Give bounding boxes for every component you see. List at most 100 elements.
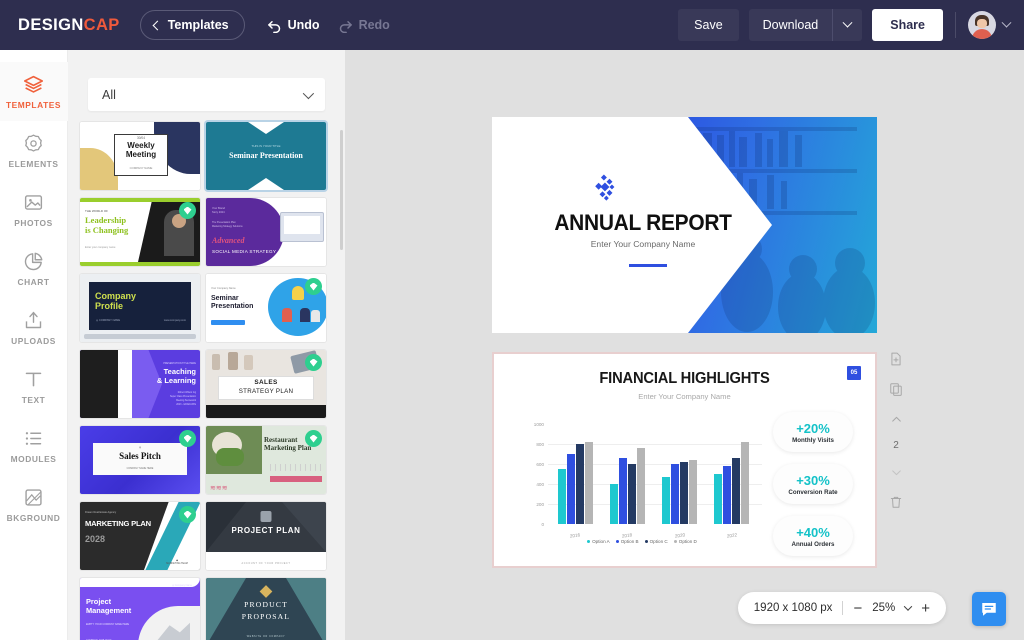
chart-bar: [627, 464, 636, 524]
chart-legend-item: Option A: [587, 539, 610, 544]
previous-page-button[interactable]: [887, 410, 905, 428]
stat-value: +40%: [796, 524, 830, 540]
chart-bar: [741, 442, 750, 524]
templates-back-button[interactable]: Templates: [139, 10, 245, 40]
template-card[interactable]: PROJECT PLAN ACCOUNT OF YOUR PROJECT: [206, 502, 326, 570]
sidebar-item-bkground[interactable]: BKGROUND: [0, 475, 68, 534]
stat-card-list: +20% Monthly Visits +30% Conversion Rate +40…: [773, 412, 853, 566]
chevron-down-icon: [302, 87, 315, 99]
chevron-left-icon: [152, 20, 163, 30]
chart-y-tick-label: 600: [536, 462, 544, 467]
redo-button[interactable]: Redo: [338, 18, 390, 33]
sidebar-item-uploads[interactable]: UPLOADS: [0, 298, 68, 357]
duplicate-page-button[interactable]: [887, 380, 905, 398]
chart-bar-groups: 2016 2018 2020 2022: [549, 424, 758, 539]
chart-x-tick-label: 2020: [674, 532, 686, 539]
slide1-title: ANNUAL REPORT: [554, 210, 732, 235]
slide1-accent-rule: [629, 264, 667, 267]
logo-text-design: DESIGN: [18, 15, 84, 34]
chart-bar-group: 2018: [609, 424, 645, 539]
template-card[interactable]: ◎ Sales Pitch COMPANY NAME HERE: [80, 426, 200, 494]
template-card[interactable]: ◎ Company Name Project Management EMPTY Y…: [80, 578, 200, 640]
template-card[interactable]: THE WORLD OF Leadership is Changing Enter…: [80, 198, 200, 266]
text-icon: [25, 372, 42, 386]
legend-swatch: [587, 540, 591, 543]
chart-x-tick-label: 2022: [726, 532, 738, 539]
avatar[interactable]: [968, 11, 996, 39]
slide-tool-rail: 2: [883, 350, 909, 511]
premium-badge: [305, 278, 322, 295]
current-page-number: 2: [893, 440, 899, 451]
sidebar-item-modules[interactable]: MODULES: [0, 416, 68, 475]
chart-x-tick-label: 2016: [569, 532, 581, 539]
undo-icon: [267, 20, 280, 33]
sidebar-item-chart[interactable]: CHART: [0, 239, 68, 298]
chart-legend-item: Option C: [644, 539, 668, 544]
add-page-button[interactable]: [887, 350, 905, 368]
account-chevron-down-icon[interactable]: [1001, 17, 1012, 28]
canvas-area: ANNUAL REPORT Enter Your Company Name FI…: [345, 50, 1024, 640]
company-logo-icon: [595, 174, 615, 201]
category-filter-select[interactable]: All: [88, 78, 325, 111]
stat-label: Conversion Rate: [788, 488, 838, 496]
premium-badge: [305, 354, 322, 371]
templates-panel: All 30/04 Weekly Meeting COMPANY NAME THI…: [68, 50, 345, 640]
chart-bar: [680, 462, 689, 524]
sidebar-item-text[interactable]: TEXT: [0, 357, 68, 416]
zoom-out-button[interactable]: −: [853, 601, 862, 616]
sidebar-item-photos[interactable]: PHOTOS: [0, 180, 68, 239]
delete-page-button[interactable]: [887, 493, 905, 511]
next-page-button[interactable]: [887, 463, 905, 481]
chat-icon: [982, 603, 996, 616]
template-card[interactable]: THIS IS YOUR TITLE Seminar Presentation: [206, 122, 326, 190]
template-card[interactable]: SALES STRATEGY PLAN: [206, 350, 326, 418]
download-dropdown-button[interactable]: [832, 9, 863, 41]
zoom-level-value[interactable]: 25%: [872, 602, 895, 614]
chart-bar: [618, 458, 627, 524]
slide-annual-report[interactable]: ANNUAL REPORT Enter Your Company Name: [492, 117, 877, 333]
trash-icon: [890, 496, 902, 508]
save-button[interactable]: Save: [678, 9, 739, 41]
template-card[interactable]: Your Brand Story 2024 The Presentation Pl…: [206, 198, 326, 266]
sidebar-item-elements[interactable]: ELEMENTS: [0, 121, 68, 180]
undo-button[interactable]: Undo: [267, 18, 320, 33]
left-sidebar: TEMPLATES ELEMENTS PHOTOS CHART UPLOADS …: [0, 50, 68, 640]
zoom-chevron-down-icon[interactable]: [903, 602, 913, 611]
template-card[interactable]: PRODUCT PROPOSAL WEBSITE OR COMPANY: [206, 578, 326, 640]
slide-financial-highlights[interactable]: FINANCIAL HIGHLIGHTS Enter Your Company …: [492, 352, 877, 568]
app-header: DESIGNCAP Templates Undo Redo Save Downl…: [0, 0, 1024, 50]
app-logo[interactable]: DESIGNCAP: [18, 16, 120, 35]
layers-icon: [23, 75, 44, 93]
download-button[interactable]: Download: [748, 9, 833, 41]
stat-value: +30%: [796, 472, 830, 488]
legend-label: Option A: [592, 539, 610, 544]
chart-bar: [732, 458, 741, 524]
template-card[interactable]: 30/04 Weekly Meeting COMPANY NAME: [80, 122, 200, 190]
gem-icon: [309, 434, 318, 443]
redo-icon: [339, 20, 352, 33]
legend-label: Option C: [649, 539, 668, 544]
sidebar-label-uploads: UPLOADS: [11, 335, 56, 346]
share-button[interactable]: Share: [872, 9, 943, 41]
sidebar-item-templates[interactable]: TEMPLATES: [0, 62, 68, 121]
template-card[interactable]: Your Company Name Seminar Presentation: [206, 274, 326, 342]
sidebar-label-modules: MODULES: [10, 453, 57, 464]
chat-support-button[interactable]: [972, 592, 1006, 626]
zoom-in-button[interactable]: +: [921, 601, 930, 616]
panel-scrollbar[interactable]: [340, 130, 343, 250]
templates-button-label: Templates: [167, 18, 229, 32]
redo-label: Redo: [358, 18, 390, 32]
template-card[interactable]: Restaurant Marketing Plan ≋≋≋: [206, 426, 326, 494]
chart-bar: [689, 460, 698, 524]
premium-badge: [179, 202, 196, 219]
template-card[interactable]: PRESENTATION TITLE HERE Teaching & Learni…: [80, 350, 200, 418]
chart-y-tick-label: 200: [536, 502, 544, 507]
chart-bar: [557, 469, 566, 524]
chart-bar-group: 2016: [557, 424, 593, 539]
template-card[interactable]: Dream Real Estate Agency MARKETING PLAN …: [80, 502, 200, 570]
stat-card: +30% Conversion Rate: [773, 464, 853, 504]
chart-bar: [566, 454, 575, 524]
sidebar-label-bkground: BKGROUND: [6, 512, 61, 523]
stat-card: +20% Monthly Visits: [773, 412, 853, 452]
template-card[interactable]: Company Profile ◎ COMPANY NAME www.compan…: [80, 274, 200, 342]
